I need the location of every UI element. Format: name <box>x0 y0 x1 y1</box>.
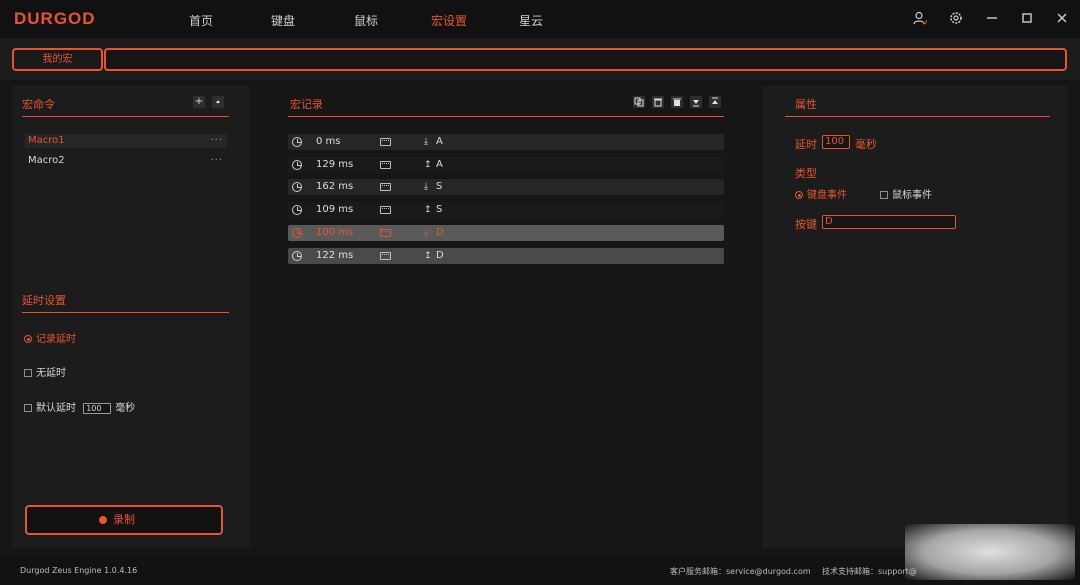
macro-toolbar: 我的宏 <box>0 38 1080 80</box>
tab-macro-settings[interactable]: 宏设置 <box>431 12 467 29</box>
divider <box>22 116 229 117</box>
no-delay-option[interactable]: 无延时 <box>24 364 66 379</box>
key-down-icon: ⤓ <box>424 137 428 147</box>
key-up-icon: ↥ <box>424 205 432 215</box>
minimize-icon[interactable] <box>985 11 999 25</box>
title-bar: DURGOD 首页 键盘 鼠标 宏设置 星云 <box>0 0 1080 38</box>
delay-unit: 毫秒 <box>855 138 877 151</box>
divider <box>785 116 1050 117</box>
delete-icon[interactable] <box>652 96 664 108</box>
keyboard-icon <box>380 138 391 146</box>
more-icon[interactable]: ··· <box>210 134 223 148</box>
macro-name-input[interactable] <box>104 48 1067 71</box>
record-delay-option[interactable]: 记录延时 <box>24 330 76 345</box>
gear-icon[interactable] <box>949 11 963 25</box>
clock-icon <box>292 205 302 215</box>
key-up-icon: ↥ <box>424 251 432 261</box>
watermark-overlay <box>905 524 1075 580</box>
macro-command-title: 宏命令 <box>22 98 55 111</box>
tab-nebula[interactable]: 星云 <box>519 12 543 29</box>
divider <box>22 312 229 313</box>
delay-label: 延时 <box>795 138 817 151</box>
record-button[interactable]: 录制 <box>25 505 223 535</box>
keyboard-icon <box>380 229 391 237</box>
more-icon[interactable]: ··· <box>210 154 223 168</box>
clock-icon <box>292 251 302 261</box>
macro-command-panel: 宏命令 + Macro1 ··· Macro2 ··· 延时设置 记录延时 无延… <box>12 86 250 548</box>
macro-item-macro1[interactable]: Macro1 ··· <box>25 134 227 148</box>
my-macro-button[interactable]: 我的宏 <box>12 48 103 71</box>
keyboard-icon <box>380 161 391 169</box>
tab-home[interactable]: 首页 <box>189 12 213 29</box>
tab-mouse[interactable]: 鼠标 <box>354 12 378 29</box>
user-settings-icon[interactable] <box>913 11 928 25</box>
record-row[interactable]: 0 ms ⤓ A <box>288 134 724 150</box>
keyboard-icon <box>380 252 391 260</box>
default-delay-option[interactable]: 默认延时 100 毫秒 <box>24 399 135 414</box>
macro-item-name: Macro2 <box>28 155 65 166</box>
record-row-selected[interactable]: 100 ms ⤓ D <box>288 225 724 241</box>
keyboard-icon <box>380 183 391 191</box>
keyboard-event-option[interactable]: 键盘事件 <box>795 186 847 201</box>
macro-item-name: Macro1 <box>28 135 65 146</box>
macro-item-macro2[interactable]: Macro2 ··· <box>25 154 227 168</box>
tab-keyboard[interactable]: 键盘 <box>271 12 295 29</box>
maximize-icon[interactable] <box>1020 11 1034 25</box>
record-row[interactable]: 129 ms ↥ A <box>288 157 724 173</box>
delay-input[interactable]: 100 <box>822 135 850 149</box>
type-label: 类型 <box>795 167 817 180</box>
radio-checked-icon <box>795 191 803 199</box>
default-delay-input[interactable]: 100 <box>83 402 112 414</box>
clock-icon <box>292 137 302 147</box>
properties-panel: 属性 延时 100 毫秒 类型 键盘事件 鼠标事件 按键 D <box>762 86 1068 548</box>
add-icon[interactable]: + <box>193 96 205 108</box>
version-text: Durgod Zeus Engine 1.0.4.16 <box>20 566 138 575</box>
durgod-logo: DURGOD <box>14 9 96 28</box>
key-down-icon: ⤓ <box>424 228 428 238</box>
key-down-icon: ⤓ <box>424 182 428 192</box>
record-row[interactable]: 122 ms ↥ D <box>288 248 724 264</box>
mouse-event-option[interactable]: 鼠标事件 <box>880 186 932 201</box>
radio-checked-icon <box>24 335 32 343</box>
move-down-icon[interactable] <box>690 96 702 108</box>
clock-icon <box>292 182 302 192</box>
record-row[interactable]: 109 ms ↥ S <box>288 202 724 218</box>
checkbox-icon <box>24 404 32 412</box>
move-up-icon[interactable] <box>709 96 721 108</box>
keyboard-icon <box>380 206 391 214</box>
key-up-icon: ↥ <box>424 160 432 170</box>
support-email: 技术支持邮箱：support@ <box>822 567 917 576</box>
record-row[interactable]: 162 ms ⤓ S <box>288 179 724 195</box>
record-dot-icon <box>99 516 107 524</box>
key-label: 按键 <box>795 218 817 231</box>
close-icon[interactable] <box>1055 11 1069 25</box>
macro-record-title: 宏记录 <box>290 98 323 111</box>
service-email: 客户服务邮箱：service@durgod.com <box>670 567 811 576</box>
delete-all-icon[interactable] <box>671 96 683 108</box>
properties-title: 属性 <box>795 98 817 111</box>
copy-icon[interactable] <box>633 96 645 108</box>
macro-record-panel: 宏记录 0 ms ⤓ A 129 ms ↥ A 162 ms ⤓ S 109 m… <box>250 86 760 548</box>
checkbox-icon <box>24 369 32 377</box>
import-icon[interactable] <box>212 96 224 108</box>
clock-icon <box>292 160 302 170</box>
key-input[interactable]: D <box>822 215 956 229</box>
clock-icon <box>292 228 302 238</box>
delay-settings-title: 延时设置 <box>22 294 66 307</box>
checkbox-icon <box>880 191 888 199</box>
divider <box>288 116 724 117</box>
